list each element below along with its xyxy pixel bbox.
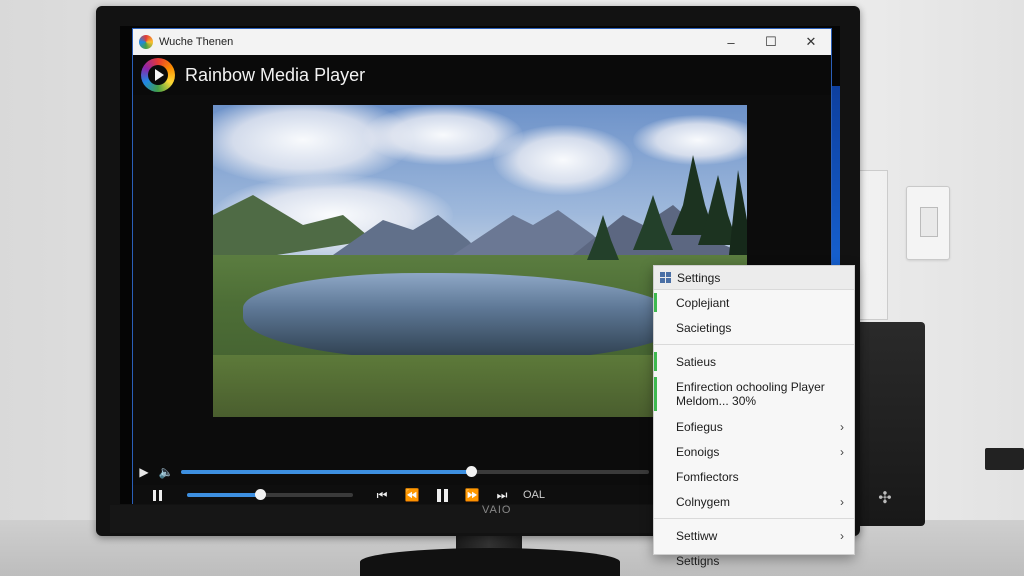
speaker: ✣ bbox=[855, 322, 925, 526]
volume-slider[interactable] bbox=[187, 489, 353, 500]
seek-handle[interactable] bbox=[466, 466, 478, 477]
pause-button[interactable] bbox=[145, 485, 169, 504]
window-title: Wuche Thenen bbox=[159, 36, 234, 48]
menu-item-label: Satieus bbox=[676, 354, 717, 369]
app-header: Rainbow Media Player bbox=[133, 55, 831, 95]
skip-previous-icon[interactable]: ⏮ bbox=[367, 488, 397, 503]
skip-next-icon[interactable]: ⏭ bbox=[487, 488, 517, 503]
menu-item-eofiegus[interactable]: Eofiegus › bbox=[654, 414, 854, 439]
audio-label: OAL bbox=[523, 489, 546, 501]
menu-item-satieus[interactable]: Satieus bbox=[654, 349, 854, 374]
minimize-button[interactable]: – bbox=[711, 29, 751, 55]
speaker-logo-icon: ✣ bbox=[878, 490, 892, 507]
settings-menu: Settings Coplejiant Sacietings Satieus E… bbox=[653, 265, 855, 568]
chevron-right-icon: › bbox=[840, 419, 844, 434]
settings-menu-title: Settings bbox=[677, 270, 721, 285]
menu-item-label: Coplejiant bbox=[676, 295, 730, 310]
volume-handle[interactable] bbox=[255, 489, 267, 500]
play-icon[interactable]: ▶ bbox=[133, 465, 155, 479]
monitor-stand-base bbox=[360, 548, 620, 576]
close-button[interactable]: ✕ bbox=[791, 29, 831, 55]
menu-item-label: Eonoigs bbox=[676, 444, 720, 459]
seek-progress-fill bbox=[181, 470, 472, 474]
volume-icon[interactable]: 🔈 bbox=[155, 465, 177, 479]
menu-item-label: Enfirection ochooling Player bbox=[676, 380, 825, 394]
menu-item-settigns[interactable]: Settigns bbox=[654, 548, 854, 573]
chevron-right-icon: › bbox=[840, 494, 844, 509]
glass-object bbox=[858, 170, 888, 320]
maximize-button[interactable]: ☐ bbox=[751, 29, 791, 55]
router-device bbox=[985, 448, 1024, 470]
seek-bar[interactable] bbox=[181, 466, 649, 477]
menu-item-label: Eofiegus bbox=[676, 419, 723, 434]
chevron-right-icon: › bbox=[840, 528, 844, 543]
settings-menu-header: Settings bbox=[654, 266, 854, 290]
rewind-icon[interactable]: ⏪ bbox=[397, 488, 427, 502]
fast-forward-icon[interactable]: ⏩ bbox=[457, 488, 487, 502]
menu-separator bbox=[654, 518, 854, 519]
menu-item-label: Sacietings bbox=[676, 320, 732, 335]
volume-level-fill bbox=[187, 493, 261, 497]
menu-item-label: Colnygem bbox=[676, 494, 731, 509]
menu-item-label: Settigns bbox=[676, 553, 720, 568]
menu-item-label: Fomfiectors bbox=[676, 469, 739, 484]
monitor-brand-logo: VAIO bbox=[482, 504, 512, 516]
wall-switch bbox=[906, 186, 950, 260]
rainbow-logo-icon bbox=[141, 58, 175, 92]
menu-item-eonoigs[interactable]: Eonoigs › bbox=[654, 439, 854, 464]
menu-item-sublabel: Meldom... 30% bbox=[676, 394, 757, 408]
app-icon bbox=[139, 35, 153, 49]
menu-item-fomfiectors[interactable]: Fomfiectors bbox=[654, 464, 854, 489]
menu-separator bbox=[654, 344, 854, 345]
app-name: Rainbow Media Player bbox=[185, 64, 366, 85]
chevron-right-icon: › bbox=[840, 444, 844, 459]
grid-icon bbox=[660, 272, 671, 283]
menu-item-label: Settiww bbox=[676, 528, 718, 543]
menu-item-colnygem[interactable]: Colnygem › bbox=[654, 489, 854, 514]
video-trees bbox=[587, 155, 747, 260]
menu-item-enfirection[interactable]: Enfirection ochooling Player Meldom... 3… bbox=[654, 374, 854, 414]
menu-item-coplejiant[interactable]: Coplejiant bbox=[654, 290, 854, 315]
menu-item-sacietings[interactable]: Sacietings bbox=[654, 315, 854, 340]
pause-icon[interactable] bbox=[427, 488, 457, 502]
menu-item-settiww[interactable]: Settiww › bbox=[654, 523, 854, 548]
title-bar: Wuche Thenen – ☐ ✕ bbox=[133, 29, 831, 55]
